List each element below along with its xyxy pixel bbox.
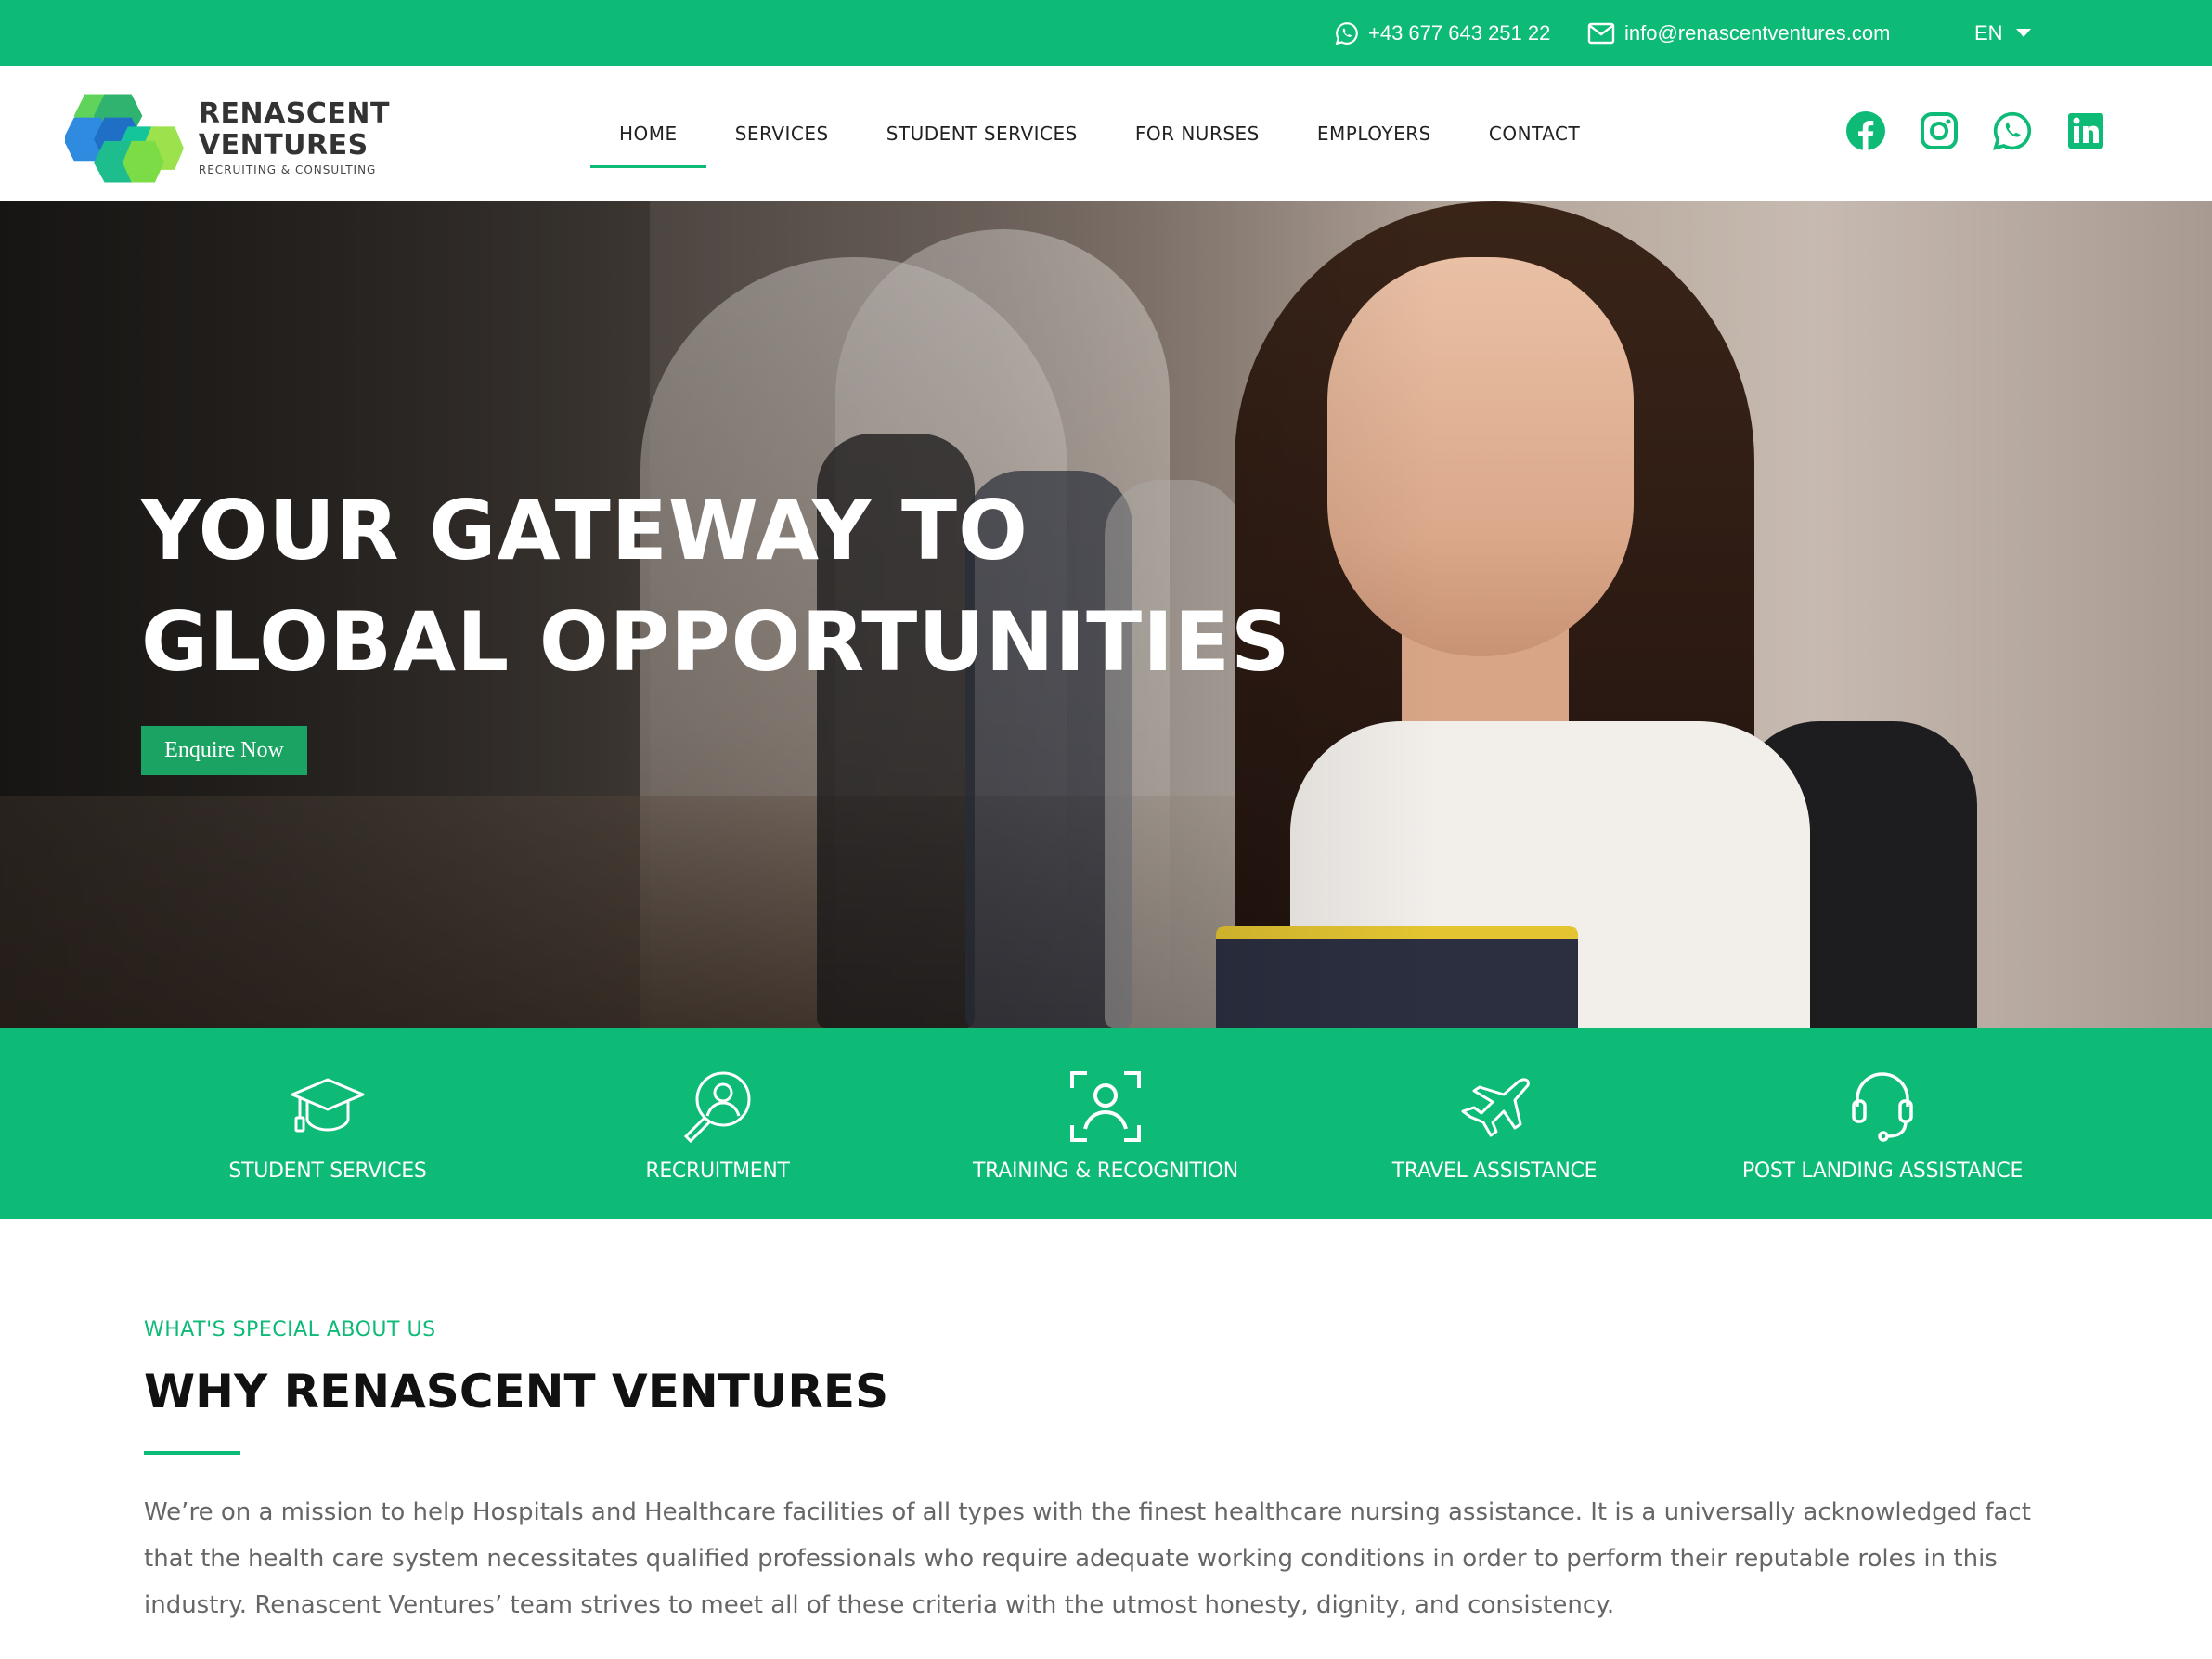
services-strip: STUDENT SERVICES RECRUITMENT TRAINING & bbox=[0, 1028, 2212, 1219]
feature-label: RECRUITMENT bbox=[645, 1160, 790, 1183]
headset-icon bbox=[1841, 1065, 1924, 1148]
whatsapp-icon[interactable] bbox=[1992, 110, 2033, 151]
logo-line-2: VENTURES bbox=[198, 129, 369, 162]
feature-travel-assistance[interactable]: TRAVEL ASSISTANCE bbox=[1318, 1028, 1671, 1219]
graduation-cap-icon bbox=[286, 1065, 369, 1148]
envelope-icon bbox=[1587, 22, 1615, 44]
feature-training-recognition[interactable]: TRAINING & RECOGNITION bbox=[929, 1028, 1282, 1219]
main-nav: HOME SERVICES STUDENT SERVICES FOR NURSE… bbox=[590, 66, 1609, 201]
logo-line-1: RENASCENT bbox=[198, 97, 390, 130]
logo-text: RENASCENT VENTURES RECRUITING & CONSULTI… bbox=[198, 97, 390, 177]
social-links bbox=[1845, 110, 2106, 151]
logo-tagline: RECRUITING & CONSULTING bbox=[198, 163, 377, 176]
title-underline bbox=[144, 1451, 240, 1455]
face-scan-icon bbox=[1064, 1065, 1147, 1148]
section-title: WHY RENASCENT VENTURES bbox=[144, 1365, 889, 1419]
hero-title-line-1: YOUR GATEWAY TO bbox=[141, 483, 1028, 578]
nav-item-services[interactable]: SERVICES bbox=[706, 66, 858, 201]
search-user-icon bbox=[676, 1065, 759, 1148]
feature-label: TRAVEL ASSISTANCE bbox=[1391, 1160, 1598, 1183]
feature-post-landing-assistance[interactable]: POST LANDING ASSISTANCE bbox=[1706, 1028, 2059, 1219]
whatsapp-icon bbox=[1335, 21, 1358, 45]
nav-item-home[interactable]: HOME bbox=[590, 66, 706, 201]
phone-contact[interactable]: +43 677 643 251 22 bbox=[1335, 0, 1550, 66]
email-address: info@renascentventures.com bbox=[1624, 20, 1891, 45]
feature-student-services[interactable]: STUDENT SERVICES bbox=[151, 1028, 504, 1219]
nav-item-contact[interactable]: CONTACT bbox=[1460, 66, 1609, 201]
logo[interactable]: RENASCENT VENTURES RECRUITING & CONSULTI… bbox=[65, 89, 390, 186]
logo-hexagons-icon bbox=[65, 94, 184, 183]
language-selector[interactable]: EN bbox=[1974, 0, 2031, 66]
top-contact-bar: +43 677 643 251 22 info@renascentventure… bbox=[0, 0, 2212, 66]
hero-title-line-2: GLOBAL OPPORTUNITIES bbox=[141, 594, 1291, 690]
caret-down-icon bbox=[2015, 29, 2031, 37]
nav-item-for-nurses[interactable]: FOR NURSES bbox=[1106, 66, 1288, 201]
feature-recruitment[interactable]: RECRUITMENT bbox=[541, 1028, 894, 1219]
instagram-icon[interactable] bbox=[1919, 110, 1960, 151]
site-header: RENASCENT VENTURES RECRUITING & CONSULTI… bbox=[0, 66, 2212, 201]
feature-label: STUDENT SERVICES bbox=[228, 1160, 427, 1183]
phone-number: +43 677 643 251 22 bbox=[1368, 20, 1551, 45]
email-contact[interactable]: info@renascentventures.com bbox=[1587, 0, 1890, 66]
about-paragraph: We’re on a mission to help Hospitals and… bbox=[144, 1498, 2031, 1619]
section-eyebrow: WHAT'S SPECIAL ABOUT US bbox=[144, 1318, 436, 1341]
nav-item-employers[interactable]: EMPLOYERS bbox=[1288, 66, 1460, 201]
airplane-icon bbox=[1453, 1065, 1536, 1148]
feature-label: TRAINING & RECOGNITION bbox=[973, 1160, 1238, 1183]
feature-label: POST LANDING ASSISTANCE bbox=[1741, 1160, 2024, 1183]
enquire-now-button[interactable]: Enquire Now bbox=[141, 726, 307, 775]
hero-banner: YOUR GATEWAY TO GLOBAL OPPORTUNITIES Enq… bbox=[0, 201, 2212, 1028]
linkedin-icon[interactable] bbox=[2065, 110, 2106, 151]
language-label: EN bbox=[1974, 20, 2003, 45]
facebook-icon[interactable] bbox=[1845, 110, 1886, 151]
nav-item-student-services[interactable]: STUDENT SERVICES bbox=[858, 66, 1106, 201]
hero-title: YOUR GATEWAY TO GLOBAL OPPORTUNITIES bbox=[141, 475, 1290, 698]
